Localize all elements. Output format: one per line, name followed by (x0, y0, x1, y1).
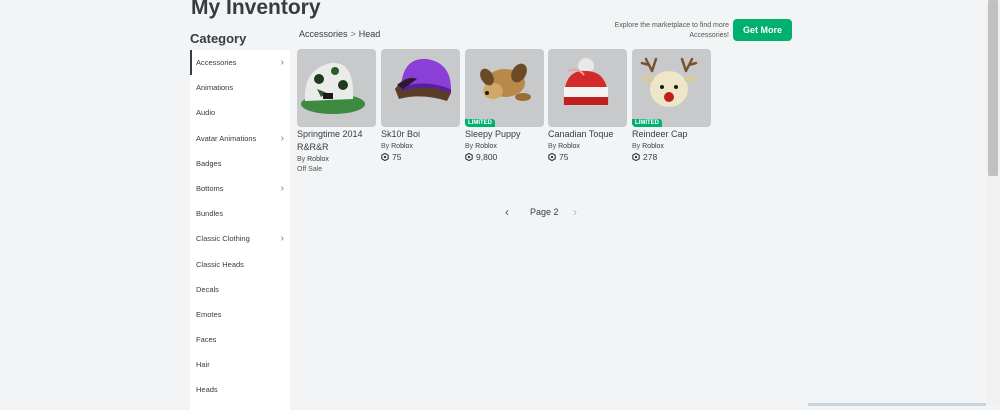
item-creator: By Roblox (632, 143, 664, 150)
chevron-right-icon: › (280, 233, 284, 245)
beanie-hair-icon (395, 58, 451, 101)
item-name[interactable]: Springtime 2014 R&R&R (297, 128, 376, 154)
sidebar-item-label: Heads (196, 385, 218, 395)
item-card[interactable]: Canadian Toque By Roblox 75 (548, 49, 627, 162)
sidebar-item-accessories[interactable]: Accessories › (190, 50, 290, 76)
item-thumbnail (297, 49, 376, 127)
sidebar-item-label: Faces (196, 335, 217, 345)
puppy-icon (480, 63, 531, 101)
limited-badge: LIMITED (632, 119, 662, 127)
sidebar-item-hair[interactable]: Hair (190, 352, 290, 377)
sidebar-item-avatar-animations[interactable]: Avatar Animations › (190, 126, 290, 151)
item-thumbnail (381, 49, 460, 127)
chevron-right-icon: › (280, 132, 284, 144)
get-more-button[interactable]: Get More (733, 19, 792, 41)
next-page-button[interactable]: › (573, 205, 577, 219)
sidebar-item-label: Hair (196, 360, 210, 370)
item-creator: By Roblox (548, 143, 580, 150)
breadcrumb-parent-link[interactable]: Accessories (299, 29, 348, 39)
breadcrumb: Accessories > Head (299, 29, 380, 39)
item-thumbnail (548, 49, 627, 127)
creator-link[interactable]: Roblox (307, 156, 329, 163)
sidebar-item-faces[interactable]: Faces (190, 327, 290, 352)
robux-icon (381, 153, 389, 161)
sidebar-item-label: Decals (196, 284, 219, 294)
sidebar-item-bottoms[interactable]: Bottoms › (190, 176, 290, 201)
robux-icon (465, 153, 473, 161)
breadcrumb-separator: > (350, 29, 356, 39)
scrollbar-thumb[interactable] (988, 0, 998, 176)
reindeer-icon (640, 57, 698, 107)
page-title: My Inventory (191, 0, 321, 19)
creator-link[interactable]: Roblox (558, 143, 580, 150)
robux-icon (548, 153, 556, 161)
sidebar-item-decals[interactable]: Decals (190, 277, 290, 302)
item-price: 75 (381, 152, 460, 162)
item-creator: By Roblox (297, 156, 329, 163)
item-thumbnail: LIMITED (632, 49, 711, 127)
item-price: 9,800 (465, 152, 544, 162)
item-name[interactable]: Canadian Toque (548, 128, 627, 141)
sidebar-item-label: Badges (196, 158, 222, 168)
chevron-right-icon: › (280, 57, 284, 68)
item-card[interactable]: Springtime 2014 R&R&R By Roblox Off Sale (297, 49, 376, 173)
item-name[interactable]: Reindeer Cap (632, 128, 711, 141)
item-creator: By Roblox (465, 143, 497, 150)
sidebar-item-label: Bundles (196, 209, 224, 219)
price-value: 75 (559, 152, 569, 162)
category-heading: Category (190, 31, 247, 46)
breadcrumb-current: Head (358, 29, 381, 39)
sidebar-item-badges[interactable]: Badges (190, 151, 290, 176)
sidebar-item-animations[interactable]: Animations (190, 75, 290, 100)
sidebar-item-label: Animations (196, 83, 234, 93)
page-label: Page 2 (530, 207, 559, 217)
sidebar-item-label: Bottoms (196, 183, 224, 193)
sidebar-item-label: Classic Clothing (196, 234, 250, 244)
item-price: 75 (548, 152, 627, 162)
sidebar-item-label: Emotes (196, 309, 222, 319)
previous-page-button[interactable]: ‹ (505, 205, 509, 219)
sidebar-item-label: Accessories (196, 58, 237, 67)
sidebar-item-label: Classic Heads (196, 259, 244, 269)
sidebar-item-audio[interactable]: Audio (190, 100, 290, 125)
price-value: 278 (643, 152, 658, 162)
sidebar-item-label: Avatar Animations (196, 133, 257, 143)
robux-icon (632, 153, 640, 161)
sidebar-item-bundles[interactable]: Bundles (190, 201, 290, 226)
item-name[interactable]: Sleepy Puppy (465, 128, 544, 141)
price-value: 75 (392, 152, 402, 162)
sidebar-item-emotes[interactable]: Emotes (190, 302, 290, 327)
sidebar-item-heads[interactable]: Heads (190, 377, 290, 402)
item-thumbnail: LIMITED (465, 49, 544, 127)
item-creator: By Roblox (381, 143, 413, 150)
cap-icon (301, 62, 365, 114)
sidebar-item-label: Audio (196, 108, 216, 118)
toque-icon (563, 58, 609, 105)
limited-badge: LIMITED (465, 119, 495, 127)
chevron-right-icon: › (280, 182, 284, 194)
item-card[interactable]: LIMITED Reindeer Cap By Roblox 278 (632, 49, 711, 162)
off-sale-label: Off Sale (297, 166, 323, 173)
item-name[interactable]: Sk10r Boi (381, 128, 460, 141)
sidebar-item-classic-heads[interactable]: Classic Heads (190, 252, 290, 277)
sidebar-item-classic-clothing[interactable]: Classic Clothing › (190, 226, 290, 251)
creator-link[interactable]: Roblox (391, 143, 413, 150)
item-price: 278 (632, 152, 711, 162)
marketplace-promo-text: Explore the marketplace to find more Acc… (614, 22, 729, 39)
item-card[interactable]: LIMITED Sleepy Puppy By Roblox 9,800 (465, 49, 544, 162)
item-card[interactable]: Sk10r Boi By Roblox 75 (381, 49, 460, 162)
price-value: 9,800 (476, 152, 498, 162)
vertical-scrollbar[interactable] (986, 0, 1000, 406)
creator-link[interactable]: Roblox (475, 143, 497, 150)
category-sidebar: Accessories › Animations Audio Avatar Ani… (190, 50, 290, 410)
creator-link[interactable]: Roblox (642, 143, 664, 150)
